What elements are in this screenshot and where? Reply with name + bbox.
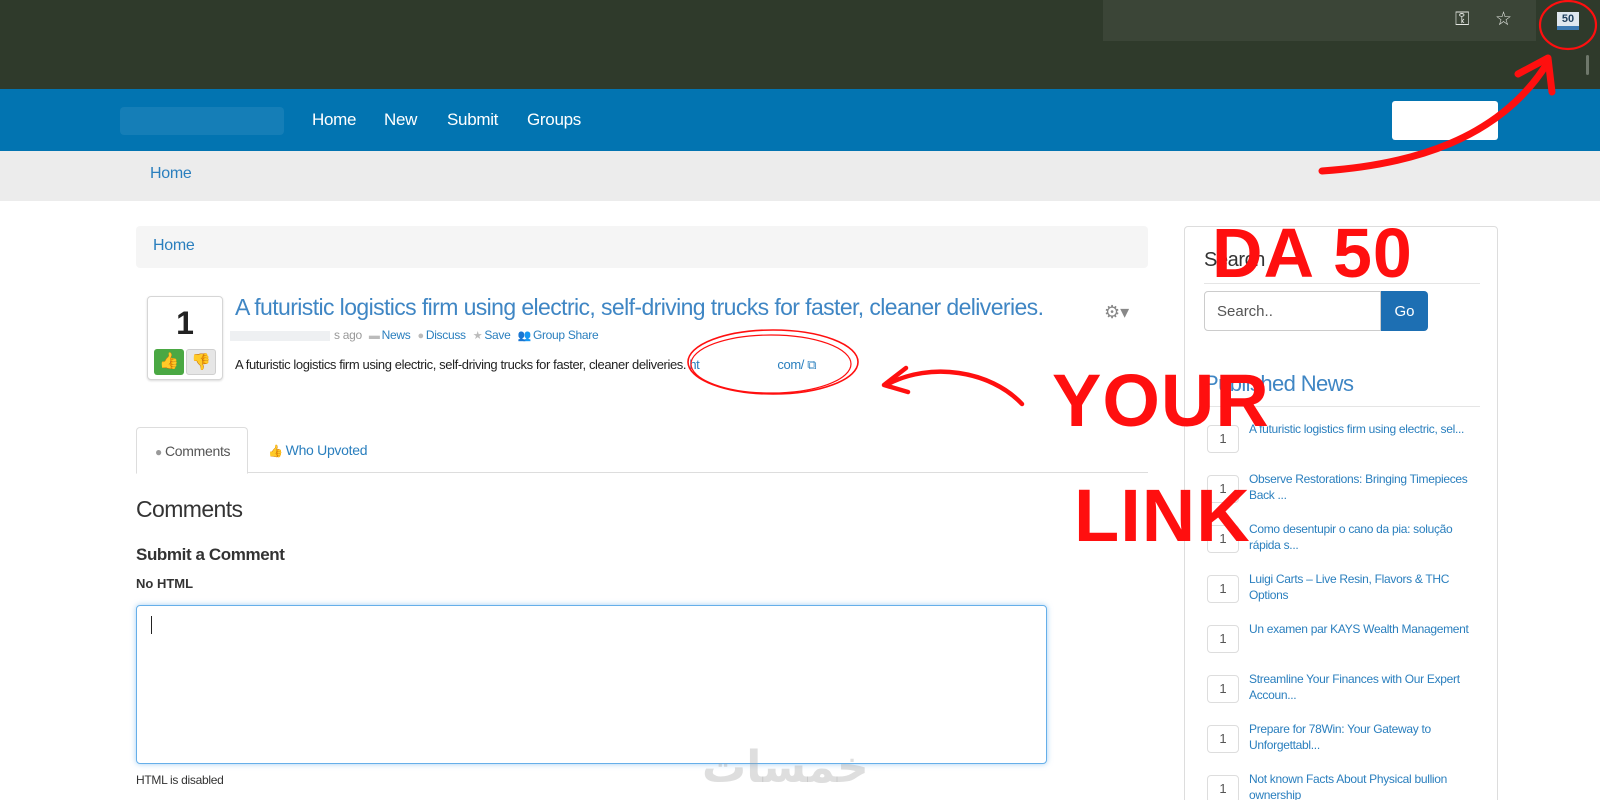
news-link[interactable]: Observe Restorations: Bringing Timepiece… <box>1249 471 1479 503</box>
story-description-text: A futuristic logistics firm using electr… <box>235 357 687 372</box>
news-vote-count: 1 <box>1207 775 1239 800</box>
watermark-logo: خمسات <box>702 742 869 793</box>
news-link[interactable]: Streamline Your Finances with Our Expert… <box>1249 671 1479 703</box>
meta-group-share-link[interactable]: Group Share <box>533 328 599 342</box>
sub-navbar: Home <box>0 151 1600 201</box>
vote-box: 1 👍 👎 <box>147 296 223 380</box>
meta-save-link[interactable]: Save <box>484 328 510 342</box>
meta-discuss-link[interactable]: Discuss <box>426 328 466 342</box>
comment-icon: ● <box>417 330 424 342</box>
thumbs-up-icon: 👍 <box>268 444 283 458</box>
news-link[interactable]: Prepare for 78Win: Your Gateway to Unfor… <box>1249 721 1479 753</box>
tab-who-upvoted-label: Who Upvoted <box>285 442 368 458</box>
text-caret <box>151 616 152 634</box>
annotation-da-50: DA 50 <box>1212 214 1413 292</box>
thumbs-down-icon[interactable]: 👎 <box>186 349 216 375</box>
vote-count: 1 <box>176 305 194 341</box>
address-bar[interactable]: ⚿ ☆ <box>1103 0 1536 41</box>
tab-comments-label: Comments <box>164 443 231 459</box>
story-external-link[interactable]: ht com/ ⧉ <box>689 357 816 372</box>
nav-submit-link[interactable]: Submit <box>447 109 498 131</box>
link-start: ht <box>689 357 700 372</box>
screenshot-root: ⚿ ☆ 50 Home New Submit Groups Home Home … <box>0 0 1600 800</box>
link-end: com/ <box>777 357 804 372</box>
news-link[interactable]: Como desentupir o cano da pia: solução r… <box>1249 521 1479 553</box>
tab-who-upvoted[interactable]: 👍 Who Upvoted <box>250 427 385 474</box>
news-vote-count: 1 <box>1207 675 1239 703</box>
news-vote-count: 1 <box>1207 625 1239 653</box>
author-blur <box>230 330 330 341</box>
search-go-button[interactable]: Go <box>1381 291 1428 331</box>
news-link[interactable]: Un examen par KAYS Wealth Management <box>1249 621 1479 637</box>
comments-heading: Comments <box>136 496 243 522</box>
html-disabled-note: HTML is disabled <box>136 773 224 787</box>
submit-comment-heading: Submit a Comment <box>136 545 285 564</box>
seo-extension-badge[interactable]: 50 <box>1557 12 1579 30</box>
nav-home-link[interactable]: Home <box>312 109 356 131</box>
news-link[interactable]: A futuristic logistics firm using electr… <box>1249 421 1479 437</box>
gear-icon[interactable]: ⚙▾ <box>1104 302 1129 323</box>
group-icon: 👥 <box>517 330 532 342</box>
thumbs-up-icon[interactable]: 👍 <box>154 349 184 375</box>
nav-new-link[interactable]: New <box>384 109 417 131</box>
folder-icon: ▬ <box>368 330 380 342</box>
link-arrow-head <box>881 365 911 395</box>
no-html-label: No HTML <box>136 576 194 591</box>
subbar-home-link[interactable]: Home <box>150 165 192 183</box>
news-vote-count: 1 <box>1207 725 1239 753</box>
breadcrumb: Home <box>136 226 1148 268</box>
nav-groups-link[interactable]: Groups <box>527 109 581 131</box>
news-link[interactable]: Not known Facts About Physical bullion o… <box>1249 771 1479 800</box>
site-navbar: Home New Submit Groups <box>0 89 1600 151</box>
breadcrumb-home-link[interactable]: Home <box>153 237 195 255</box>
site-logo[interactable] <box>120 107 284 135</box>
search-input[interactable] <box>1204 291 1381 331</box>
external-link-icon: ⧉ <box>807 357 817 372</box>
story-tabs: ● Comments 👍 Who Upvoted <box>136 427 1148 474</box>
annotation-link: LINK <box>1074 474 1251 557</box>
news-link[interactable]: Luigi Carts – Live Resin, Flavors & THC … <box>1249 571 1479 603</box>
tab-comments[interactable]: ● Comments <box>136 427 248 474</box>
star-icon: ★ <box>472 330 483 342</box>
comments-icon: ● <box>155 445 162 459</box>
story-title-link[interactable]: A futuristic logistics firm using electr… <box>235 293 1044 321</box>
meta-time: s ago <box>334 328 362 342</box>
toolbar-scroll-handle <box>1586 55 1589 75</box>
star-icon[interactable]: ☆ <box>1495 9 1512 31</box>
comment-textarea[interactable] <box>136 605 1047 764</box>
browser-toolbar: ⚿ ☆ 50 <box>0 0 1600 89</box>
link-arrow <box>885 369 1025 407</box>
meta-category-link[interactable]: News <box>382 328 411 342</box>
login-button[interactable] <box>1392 101 1498 140</box>
key-icon[interactable]: ⚿ <box>1455 9 1469 31</box>
annotation-your: YOUR <box>1052 359 1270 442</box>
story-description: A futuristic logistics firm using electr… <box>235 357 816 373</box>
news-vote-count: 1 <box>1207 575 1239 603</box>
story-meta: s ago ▬ News ● Discuss ★ Save 👥 Group Share <box>230 328 599 343</box>
